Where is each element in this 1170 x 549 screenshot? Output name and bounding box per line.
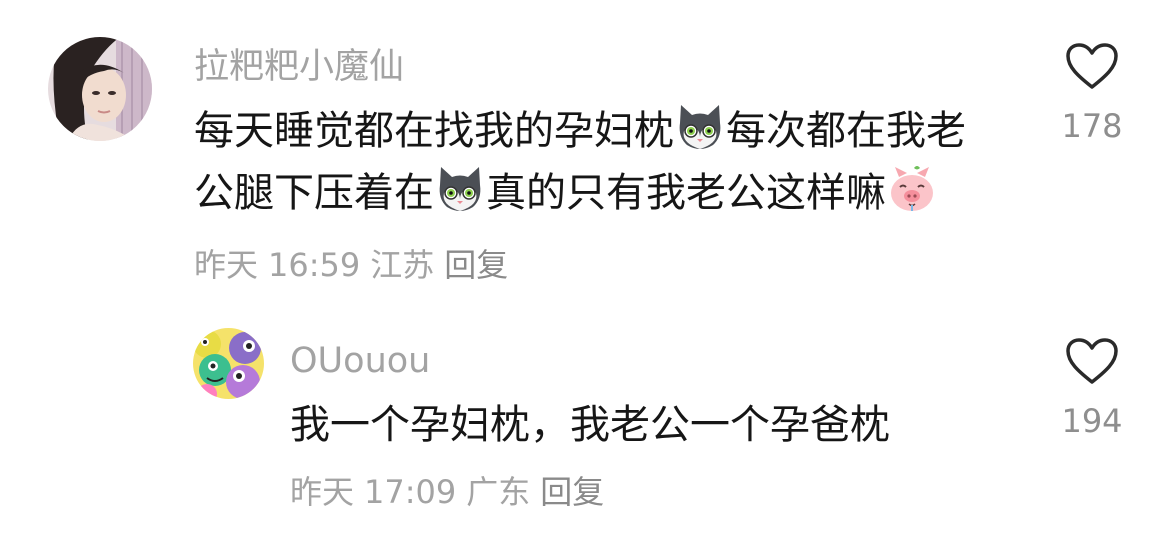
comment-location: 江苏 [370, 246, 435, 284]
comment-time: 16:59 [268, 246, 361, 284]
comment-date: 昨天 [290, 473, 355, 511]
pig-emoji [887, 165, 937, 215]
comment-username[interactable]: 拉粑粑小魔仙 [194, 47, 404, 87]
comment-time: 17:09 [364, 473, 457, 511]
comment-text: 每次都在我老 [726, 108, 966, 154]
cat-emoji [675, 103, 725, 153]
avatar[interactable] [193, 328, 264, 399]
comment-content-line: 公腿下压着在 真的只有我老公这样嘛 [194, 162, 966, 224]
comment-text: 每天睡觉都在找我的孕妇枕 [194, 108, 674, 154]
reply-button[interactable]: 回复 [444, 246, 508, 284]
like-count: 194 [1061, 402, 1123, 440]
comment-date: 昨天 [194, 246, 259, 284]
comment-content: 每天睡觉都在找我的孕妇枕 每次都在我老 公腿下压着在 真的只有我老公这样嘛 [194, 100, 966, 224]
heart-outline-icon [1066, 43, 1118, 89]
like-button[interactable]: 194 [1052, 337, 1132, 441]
comment-content-line: 每天睡觉都在找我的孕妇枕 每次都在我老 [194, 100, 966, 162]
avatar[interactable] [48, 37, 152, 141]
comment-text: 真的只有我老公这样嘛 [486, 170, 886, 216]
like-button[interactable]: 178 [1052, 42, 1132, 146]
comment-username[interactable]: OUouou [290, 341, 430, 381]
like-count: 178 [1061, 107, 1123, 145]
heart-outline-icon [1066, 338, 1118, 384]
comment-meta: 昨天 16:59 江苏 回复 [194, 245, 518, 285]
comment-content: 我一个孕妇枕，我老公一个孕爸枕 [290, 394, 890, 456]
comment-text: 公腿下压着在 [194, 170, 434, 216]
cat-emoji [435, 165, 485, 215]
comment-meta: 昨天 17:09 广东 回复 [290, 472, 614, 512]
comment-text: 我一个孕妇枕，我老公一个孕爸枕 [290, 402, 890, 448]
reply-button[interactable]: 回复 [540, 473, 604, 511]
comment-location: 广东 [466, 473, 531, 511]
